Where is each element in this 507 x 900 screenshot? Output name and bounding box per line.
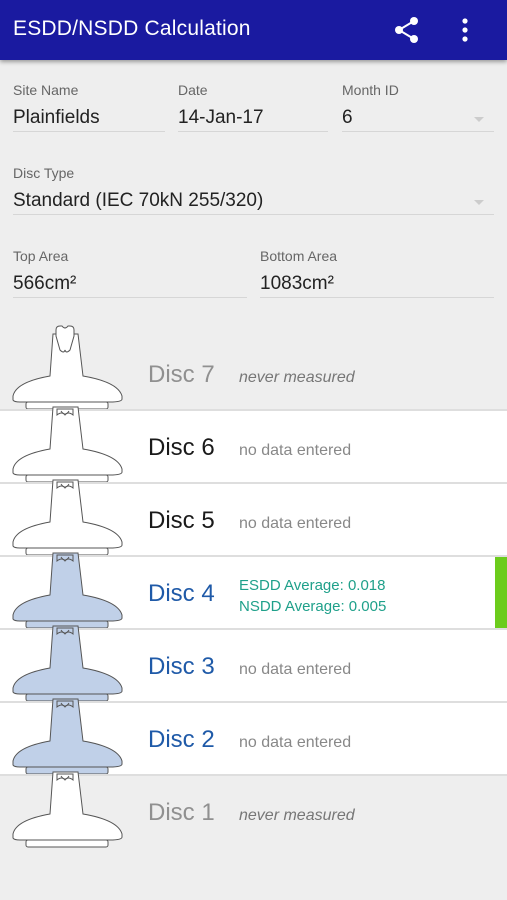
disc-name: Disc 1: [148, 799, 215, 826]
disc-name: Disc 7: [148, 361, 215, 388]
disc-status: never measured: [239, 369, 355, 386]
disc-stats: ESDD Average: 0.018 NSDD Average: 0.005: [239, 575, 386, 617]
disc-name: Disc 2: [148, 726, 215, 753]
site-name-label: Site Name: [13, 82, 79, 98]
insulator-icon: [12, 771, 123, 848]
top-area-value: 566cm²: [13, 273, 77, 294]
disc-type-underline: [13, 214, 494, 215]
insulator-icon: [12, 325, 123, 410]
top-area-label: Top Area: [13, 248, 69, 264]
month-id-select[interactable]: 6: [342, 107, 353, 129]
measured-marker: [495, 557, 507, 630]
top-area-underline: [13, 297, 247, 298]
disc-name: Disc 3: [148, 653, 215, 680]
date-label: Date: [178, 82, 208, 98]
disc-name: Disc 4: [148, 580, 215, 607]
disc-row-4[interactable]: Disc 4 ESDD Average: 0.018 NSDD Average:…: [0, 552, 507, 630]
month-id-underline: [342, 131, 494, 132]
app-title: ESDD/NSDD Calculation: [13, 17, 251, 40]
disc-status: never measured: [239, 807, 355, 824]
disc-name: Disc 6: [148, 434, 215, 461]
disc-row-3[interactable]: Disc 3 no data entered: [0, 625, 507, 703]
disc-status: no data entered: [239, 734, 352, 751]
disc-name: Disc 5: [148, 507, 215, 534]
bottom-area-value: 1083cm²: [260, 273, 334, 294]
disc-row-7[interactable]: Disc 7 never measured: [0, 325, 507, 411]
disc-row-1[interactable]: Disc 1 never measured: [0, 771, 507, 849]
disc-status: no data entered: [239, 442, 352, 459]
disc-type-select[interactable]: Standard (IEC 70kN 255/320): [13, 190, 263, 212]
nsdd-average: NSDD Average: 0.005: [239, 598, 387, 615]
site-name-field[interactable]: Plainfields: [13, 107, 100, 129]
disc-row-5[interactable]: Disc 5 no data entered: [0, 479, 507, 557]
insulator-icon: [12, 406, 123, 483]
disc-row-2[interactable]: Disc 2 no data entered: [0, 698, 507, 776]
disc-row-6[interactable]: Disc 6 no data entered: [0, 406, 507, 484]
disc-status: no data entered: [239, 515, 352, 532]
insulator-icon: [12, 479, 123, 556]
date-underline: [178, 131, 328, 132]
disc-type-dropdown-icon[interactable]: [474, 200, 484, 205]
date-field[interactable]: 14-Jan-17: [178, 107, 264, 129]
more-vert-icon[interactable]: [453, 15, 477, 45]
insulator-icon: [12, 552, 123, 629]
site-name-underline: [13, 131, 165, 132]
disc-type-label: Disc Type: [13, 165, 75, 181]
month-id-dropdown-icon[interactable]: [474, 117, 484, 122]
disc-status: no data entered: [239, 661, 352, 678]
month-id-label: Month ID: [342, 82, 399, 98]
share-icon[interactable]: [392, 15, 422, 45]
esdd-average: ESDD Average: 0.018: [239, 577, 386, 594]
insulator-icon: [12, 625, 123, 702]
insulator-icon: [12, 698, 123, 775]
bottom-area-underline: [260, 297, 494, 298]
app-bar: ESDD/NSDD Calculation: [0, 0, 507, 60]
bottom-area-label: Bottom Area: [260, 248, 338, 264]
